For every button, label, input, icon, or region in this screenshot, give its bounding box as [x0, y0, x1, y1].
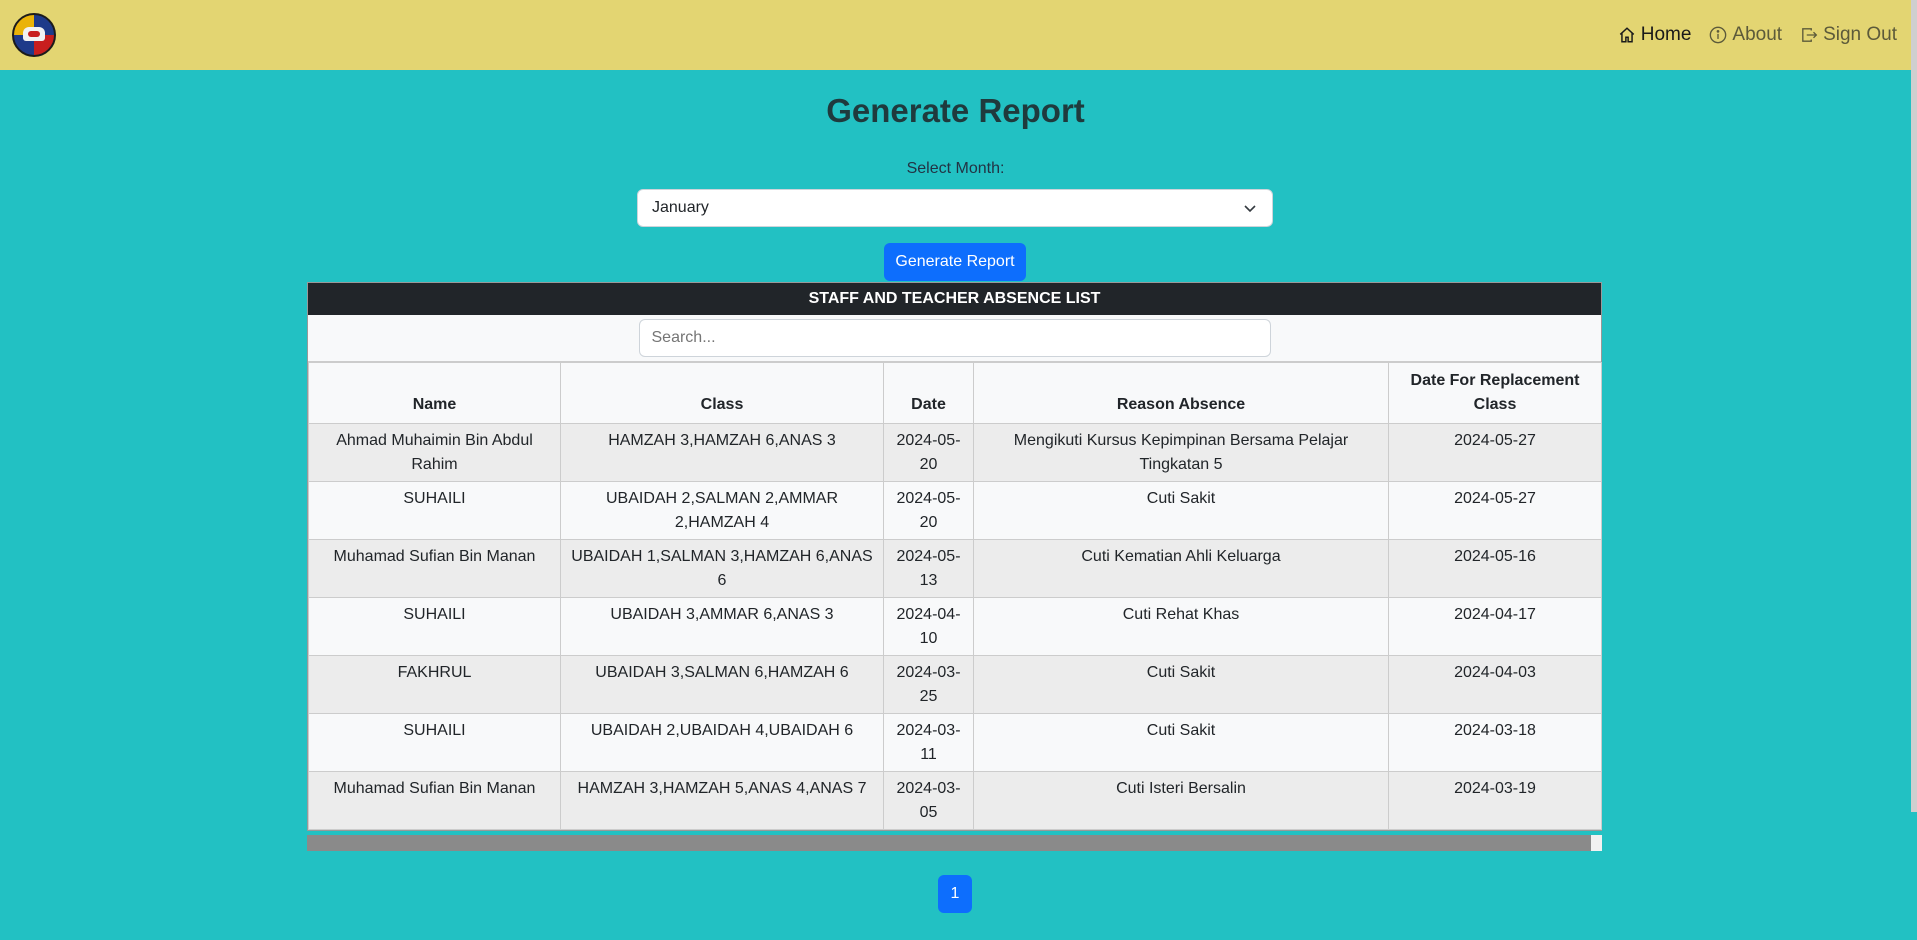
cell-reason: Cuti Kematian Ahli Keluarga: [973, 539, 1389, 598]
cell-class: UBAIDAH 3,SALMAN 6,HAMZAH 6: [560, 655, 884, 714]
table-row: Muhamad Sufian Bin Manan HAMZAH 3,HAMZAH…: [308, 771, 1602, 830]
nav-about-link[interactable]: About: [1709, 24, 1782, 46]
generate-report-button[interactable]: Generate Report: [884, 243, 1026, 281]
nav-home-link[interactable]: Home: [1618, 24, 1692, 46]
logo-emblem-center: [28, 31, 40, 37]
cell-date: 2024-05-13: [883, 539, 974, 598]
select-month-label: Select Month:: [906, 160, 1005, 177]
navbar: Home About Sign Out: [0, 0, 1911, 70]
table-row: FAKHRUL UBAIDAH 3,SALMAN 6,HAMZAH 6 2024…: [308, 655, 1602, 714]
cell-replacement-date: 2024-05-16: [1388, 539, 1602, 598]
column-header-class[interactable]: Class: [560, 362, 884, 424]
month-select-value: January: [652, 199, 709, 216]
cell-reason: Cuti Sakit: [973, 655, 1389, 714]
house-icon: [1619, 27, 1634, 43]
column-header-name[interactable]: Name: [308, 362, 561, 424]
cell-date: 2024-05-20: [883, 481, 974, 540]
table-caption: STAFF AND TEACHER ABSENCE LIST: [308, 283, 1601, 315]
cell-reason: Cuti Sakit: [973, 713, 1389, 772]
cell-name: Muhamad Sufian Bin Manan: [308, 539, 561, 598]
search-row: [308, 315, 1601, 362]
cell-reason: Cuti Rehat Khas: [973, 597, 1389, 656]
cell-name: Ahmad Muhaimin Bin Abdul Rahim: [308, 423, 561, 482]
table-row: Ahmad Muhaimin Bin Abdul Rahim HAMZAH 3,…: [308, 423, 1602, 482]
box-arrow-right-icon: [1802, 28, 1818, 42]
absence-table: Name Class Date Reason Absence Date For …: [308, 362, 1602, 830]
cell-replacement-date: 2024-03-18: [1388, 713, 1602, 772]
cell-name: Muhamad Sufian Bin Manan: [308, 771, 561, 830]
cell-class: HAMZAH 3,HAMZAH 6,ANAS 3: [560, 423, 884, 482]
cell-replacement-date: 2024-04-03: [1388, 655, 1602, 714]
cell-date: 2024-04-10: [883, 597, 974, 656]
nav-signout-link[interactable]: Sign Out: [1800, 24, 1897, 46]
cell-replacement-date: 2024-03-19: [1388, 771, 1602, 830]
cell-class: UBAIDAH 2,UBAIDAH 4,UBAIDAH 6: [560, 713, 884, 772]
table-row: SUHAILI UBAIDAH 2,SALMAN 2,AMMAR 2,HAMZA…: [308, 481, 1602, 540]
cell-class: HAMZAH 3,HAMZAH 5,ANAS 4,ANAS 7: [560, 771, 884, 830]
vertical-scrollbar[interactable]: [1911, 0, 1917, 812]
search-input[interactable]: [638, 319, 1271, 357]
cell-reason: Cuti Sakit: [973, 481, 1389, 540]
cell-reason: Mengikuti Kursus Kepimpinan Bersama Pela…: [973, 423, 1389, 482]
column-header-replacement-date[interactable]: Date For Replacement Class: [1388, 362, 1602, 424]
horizontal-scrollbar-thumb[interactable]: [307, 835, 1591, 851]
chevron-down-icon: [1244, 205, 1256, 213]
cell-name: SUHAILI: [308, 481, 561, 540]
column-header-reason[interactable]: Reason Absence: [973, 362, 1389, 424]
pagination-page-button[interactable]: 1: [938, 875, 972, 913]
nav-home-label: Home: [1640, 24, 1692, 45]
nav-about-label: About: [1732, 24, 1783, 45]
cell-date: 2024-05-20: [883, 423, 974, 482]
info-circle-icon: [1710, 26, 1727, 44]
cell-date: 2024-03-11: [883, 713, 974, 772]
cell-replacement-date: 2024-05-27: [1388, 423, 1602, 482]
school-logo[interactable]: [12, 13, 56, 57]
nav-signout-label: Sign Out: [1823, 24, 1897, 45]
cell-name: SUHAILI: [308, 597, 561, 656]
nav-links: Home About Sign Out: [1618, 24, 1897, 46]
cell-name: FAKHRUL: [308, 655, 561, 714]
table-row: Muhamad Sufian Bin Manan UBAIDAH 1,SALMA…: [308, 539, 1602, 598]
cell-date: 2024-03-25: [883, 655, 974, 714]
column-header-date[interactable]: Date: [883, 362, 974, 424]
cell-class: UBAIDAH 1,SALMAN 3,HAMZAH 6,ANAS 6: [560, 539, 884, 598]
table-row: SUHAILI UBAIDAH 3,AMMAR 6,ANAS 3 2024-04…: [308, 597, 1602, 656]
horizontal-scrollbar[interactable]: [307, 835, 1602, 851]
cell-name: SUHAILI: [308, 713, 561, 772]
table-row: SUHAILI UBAIDAH 2,UBAIDAH 4,UBAIDAH 6 20…: [308, 713, 1602, 772]
absence-table-container: STAFF AND TEACHER ABSENCE LIST Name Clas…: [307, 282, 1602, 831]
page-title: Generate Report: [826, 92, 1085, 129]
cell-replacement-date: 2024-04-17: [1388, 597, 1602, 656]
cell-date: 2024-03-05: [883, 771, 974, 830]
cell-class: UBAIDAH 2,SALMAN 2,AMMAR 2,HAMZAH 4: [560, 481, 884, 540]
cell-replacement-date: 2024-05-27: [1388, 481, 1602, 540]
month-select[interactable]: January: [637, 189, 1273, 227]
table-header-row: Name Class Date Reason Absence Date For …: [308, 362, 1602, 424]
cell-class: UBAIDAH 3,AMMAR 6,ANAS 3: [560, 597, 884, 656]
cell-reason: Cuti Isteri Bersalin: [973, 771, 1389, 830]
